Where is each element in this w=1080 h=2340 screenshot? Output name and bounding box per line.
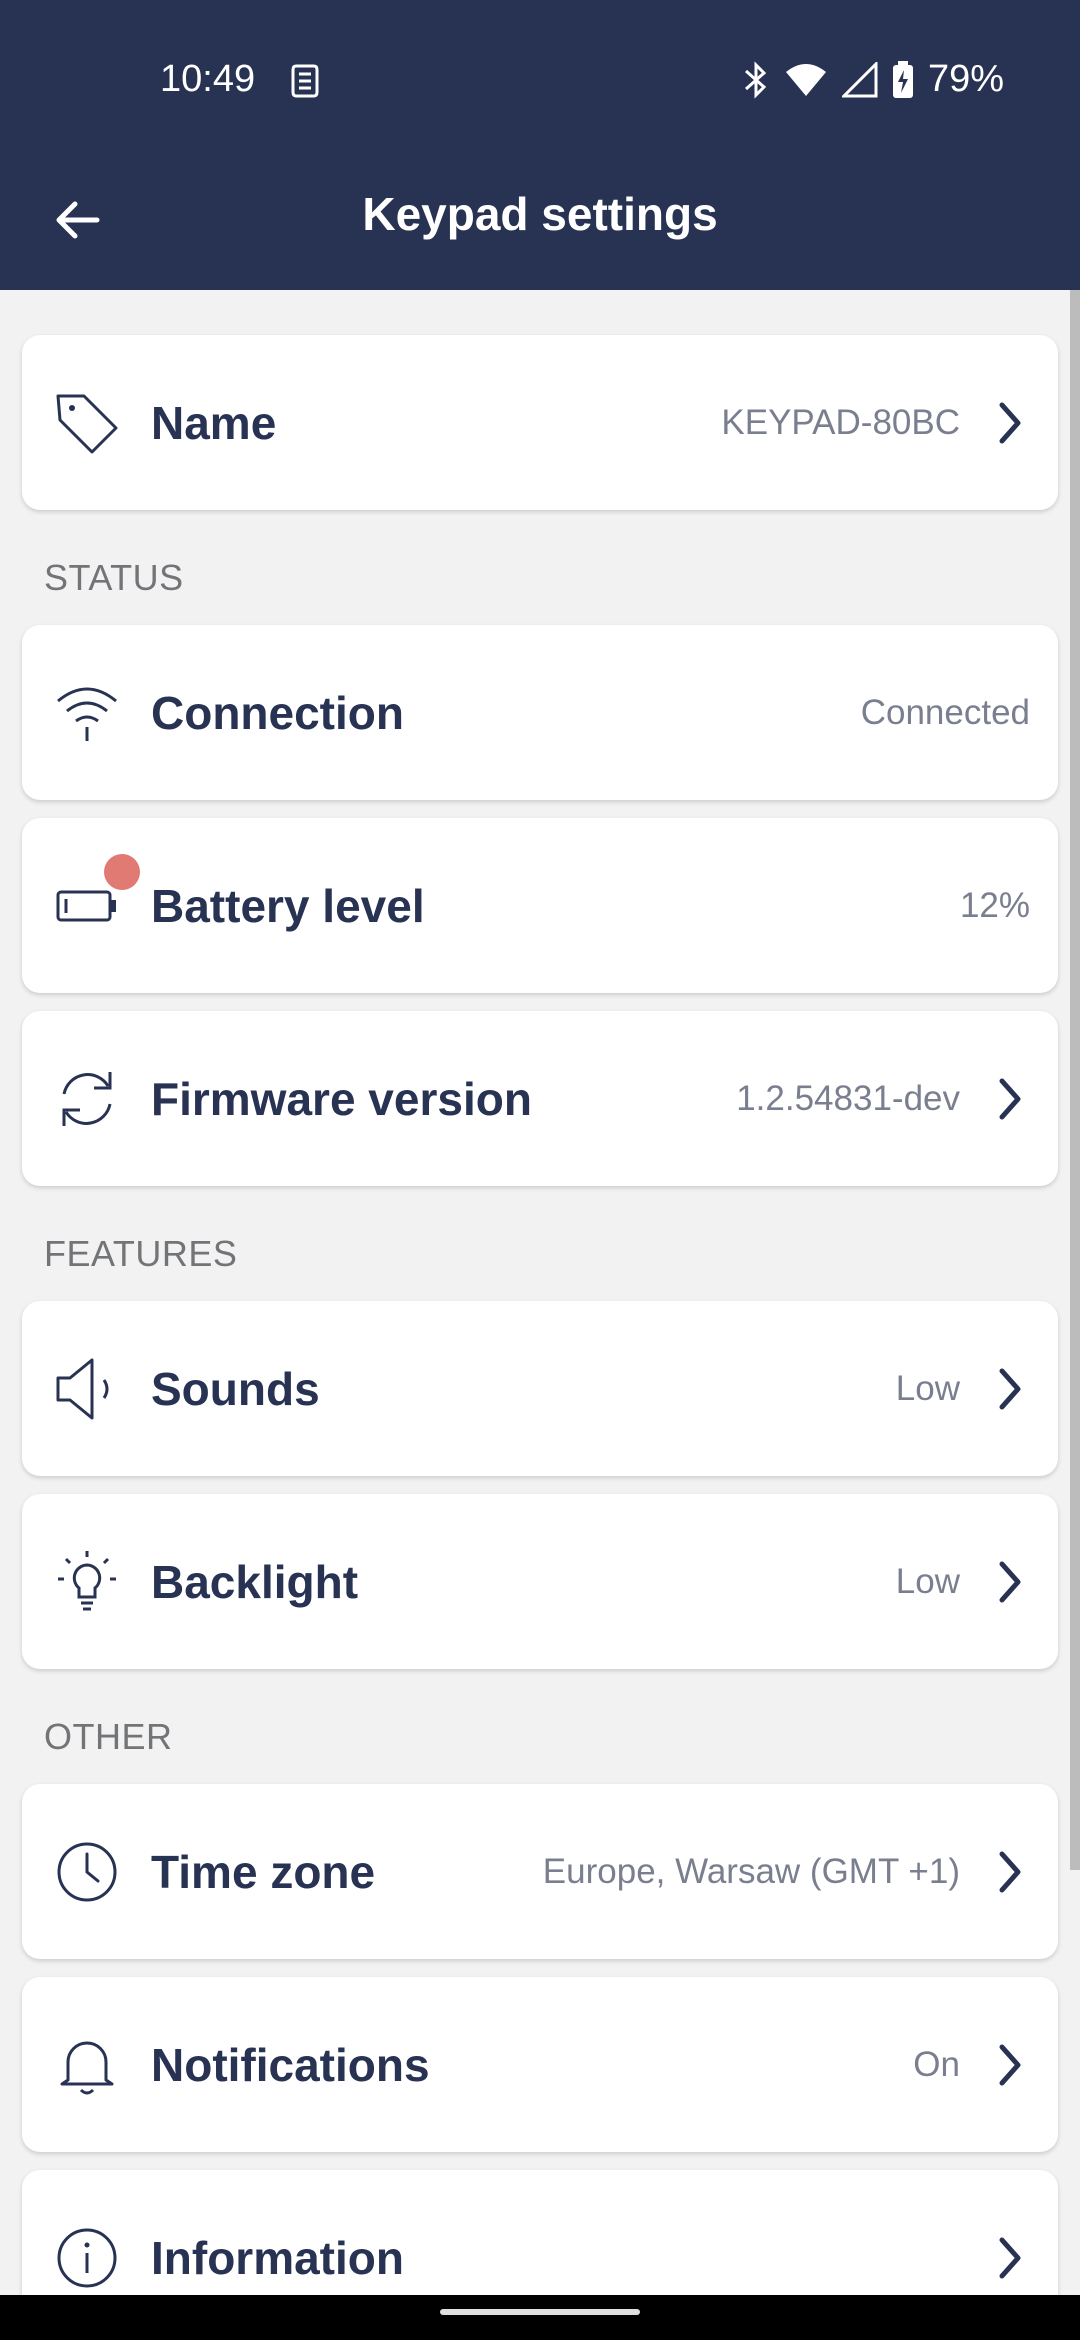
page-title: Keypad settings: [362, 188, 718, 240]
clock-icon: [52, 1837, 122, 1907]
notifications-value: On: [913, 2044, 960, 2084]
lightbulb-icon: [52, 1547, 122, 1617]
home-gesture-handle[interactable]: [440, 2309, 640, 2315]
battery-alert-dot: [104, 854, 140, 890]
section-other: OTHER: [44, 1716, 173, 1757]
wifi-signal-icon: [52, 678, 122, 748]
status-time: 10:49: [160, 58, 256, 100]
battery-percent: 79%: [927, 58, 1004, 100]
wifi-icon: [785, 63, 826, 96]
scrollbar[interactable]: [1070, 290, 1080, 1870]
battery-level-label: Battery level: [151, 879, 425, 932]
sounds-row[interactable]: Sounds Low: [22, 1301, 1058, 1476]
time-zone-row[interactable]: Time zone Europe, Warsaw (GMT +1): [22, 1784, 1058, 1959]
battery-level-row: Battery level 12%: [22, 818, 1058, 993]
sim-card-icon: [291, 64, 319, 98]
firmware-version-label: Firmware version: [151, 1072, 532, 1125]
notifications-row[interactable]: Notifications On: [22, 1977, 1058, 2152]
time-zone-value: Europe, Warsaw (GMT +1): [542, 1851, 960, 1891]
connection-value: Connected: [860, 692, 1030, 732]
chevron-right-icon: [990, 1557, 1030, 1607]
speaker-icon: [52, 1354, 122, 1424]
chevron-right-icon: [990, 2040, 1030, 2090]
tag-icon: [52, 388, 122, 458]
chevron-right-icon: [990, 1364, 1030, 1414]
chevron-right-icon: [990, 1074, 1030, 1124]
notifications-label: Notifications: [151, 2038, 430, 2091]
status-bar: 10:49 79%: [0, 0, 1080, 165]
info-icon: [52, 2223, 122, 2293]
settings-list: Name KEYPAD-80BC STATUS Connection Conne…: [0, 290, 1080, 2295]
status-icons: 79%: [742, 58, 1004, 101]
refresh-icon: [52, 1064, 122, 1134]
battery-charging-icon: [892, 60, 913, 98]
connection-row: Connection Connected: [22, 625, 1058, 800]
time-zone-label: Time zone: [151, 1845, 376, 1898]
name-row[interactable]: Name KEYPAD-80BC: [22, 335, 1058, 510]
name-value: KEYPAD-80BC: [721, 402, 960, 442]
information-label: Information: [151, 2231, 404, 2284]
sounds-value: Low: [895, 1368, 960, 1408]
battery-level-value: 12%: [959, 885, 1030, 925]
connection-label: Connection: [151, 686, 404, 739]
chevron-right-icon: [990, 398, 1030, 448]
backlight-label: Backlight: [151, 1555, 359, 1608]
firmware-version-row[interactable]: Firmware version 1.2.54831-dev: [22, 1011, 1058, 1186]
backlight-value: Low: [895, 1561, 960, 1601]
information-row[interactable]: Information: [22, 2170, 1058, 2295]
navigation-bar: [0, 2295, 1080, 2340]
backlight-row[interactable]: Backlight Low: [22, 1494, 1058, 1669]
bluetooth-icon: [744, 60, 767, 99]
sounds-label: Sounds: [151, 1362, 320, 1415]
bell-icon: [52, 2030, 122, 2100]
name-label: Name: [151, 396, 277, 449]
chevron-right-icon: [990, 1847, 1030, 1897]
chevron-right-icon: [990, 2233, 1030, 2283]
section-status: STATUS: [44, 557, 184, 598]
firmware-version-value: 1.2.54831-dev: [736, 1078, 960, 1118]
section-features: FEATURES: [44, 1233, 238, 1274]
app-bar: Keypad settings: [0, 165, 1080, 290]
cell-signal-icon: [841, 61, 878, 97]
